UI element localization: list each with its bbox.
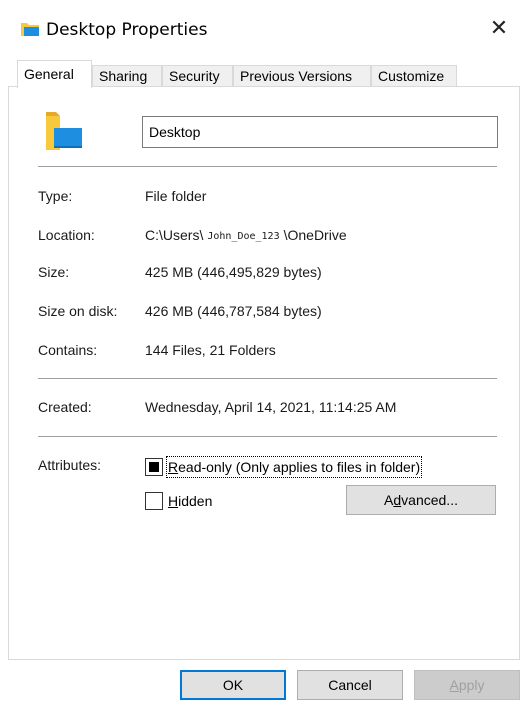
close-icon: ✕ (489, 15, 509, 40)
cancel-button[interactable]: Cancel (297, 670, 403, 700)
readonly-checkbox[interactable] (145, 458, 163, 476)
tab-security[interactable]: Security (162, 65, 233, 88)
readonly-label-mnemonic: R (168, 459, 179, 475)
readonly-label-rest: ead-only (Only applies to files in folde… (178, 459, 421, 475)
apply-label-rest: pply (458, 677, 485, 693)
readonly-label[interactable]: Read-only (Only applies to files in fold… (165, 456, 423, 478)
tab-previous-versions[interactable]: Previous Versions (233, 65, 371, 88)
location-value: C:\Users\ John_Doe_123 \OneDrive (145, 226, 347, 247)
close-button[interactable]: ✕ (477, 8, 521, 48)
advanced-label-pre: A (384, 492, 394, 508)
tab-general[interactable]: General (17, 60, 92, 88)
location-label: Location: (38, 227, 95, 243)
general-tab-panel (8, 86, 520, 660)
created-value: Wednesday, April 14, 2021, 11:14:25 AM (145, 399, 397, 415)
contains-value: 144 Files, 21 Folders (145, 342, 276, 358)
folder-large-icon (46, 112, 82, 150)
size-label: Size: (38, 264, 70, 280)
title-bar: Desktop Properties ✕ (0, 0, 521, 56)
apply-label-mnemonic: A (449, 677, 459, 693)
advanced-label-mnemonic: d (393, 492, 402, 508)
hidden-checkbox[interactable] (145, 492, 163, 510)
folder-icon (21, 23, 39, 36)
created-label: Created: (38, 399, 92, 415)
contains-label: Contains: (38, 342, 98, 358)
window-title: Desktop Properties (46, 20, 208, 40)
folder-name-field[interactable] (142, 116, 498, 148)
apply-button[interactable]: Apply (414, 670, 520, 700)
separator (38, 378, 497, 379)
size-on-disk-value: 426 MB (446,787,584 bytes) (145, 303, 322, 319)
type-value: File folder (145, 188, 207, 204)
hidden-label[interactable]: Hidden (168, 492, 212, 510)
location-prefix: C:\Users\ (145, 227, 204, 243)
ok-button[interactable]: OK (180, 670, 286, 700)
tab-customize[interactable]: Customize (371, 65, 457, 88)
size-value: 425 MB (446,495,829 bytes) (145, 264, 322, 280)
separator (38, 166, 497, 167)
hidden-label-rest: idden (178, 493, 213, 509)
attributes-label: Attributes: (38, 457, 102, 473)
location-user: John_Doe_123 (207, 231, 280, 242)
advanced-label-post: vanced... (401, 492, 458, 508)
location-suffix: \OneDrive (283, 227, 347, 243)
size-on-disk-label: Size on disk: (38, 303, 118, 319)
type-label: Type: (38, 188, 73, 204)
hidden-label-mnemonic: H (168, 493, 179, 509)
advanced-button[interactable]: Advanced... (346, 485, 496, 515)
separator (38, 436, 497, 437)
tab-sharing[interactable]: Sharing (92, 65, 162, 88)
